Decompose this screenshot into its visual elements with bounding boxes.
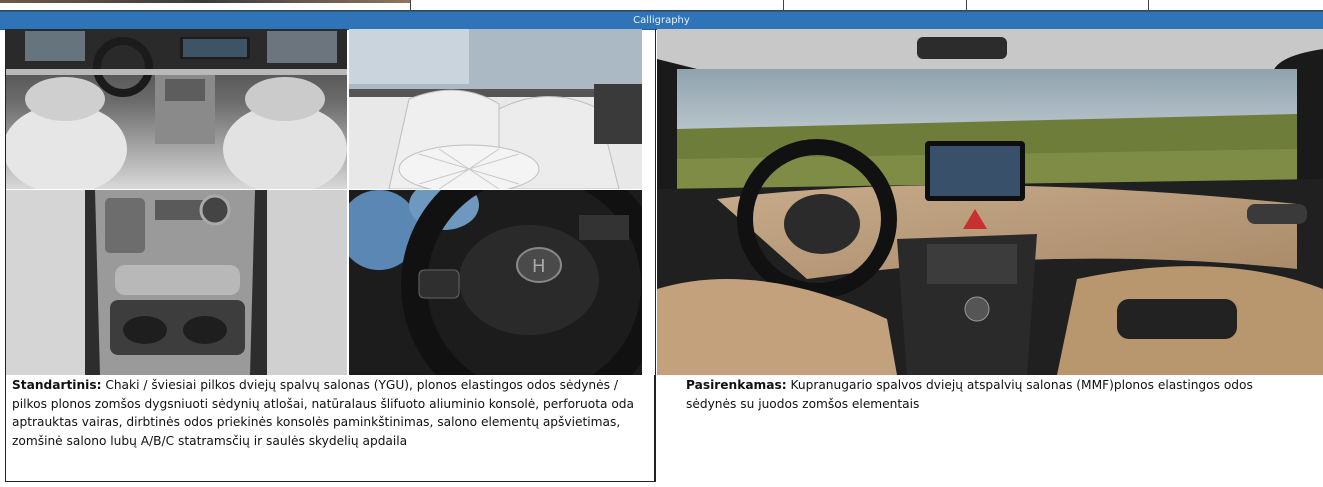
- table-border: [5, 29, 6, 375]
- table-divider: [1148, 0, 1149, 10]
- table-divider: [966, 0, 967, 10]
- front-cabin-photo: [5, 29, 347, 189]
- rear-seats-photo: [349, 29, 642, 189]
- standard-label: Standartinis:: [12, 378, 102, 392]
- table-border: [655, 29, 656, 482]
- standard-description: Standartinis: Chaki / šviesiai pilkos dv…: [5, 375, 655, 482]
- previous-image-edge: [0, 0, 410, 3]
- center-console-photo: [5, 190, 347, 375]
- table-divider: [783, 0, 784, 10]
- top-table-strip: [0, 0, 1323, 11]
- optional-description: Pasirenkamas: Kupranugario spalvos dviej…: [660, 375, 1318, 415]
- svg-text:H: H: [532, 256, 546, 277]
- section-title: Calligraphy: [0, 11, 1323, 30]
- steering-wheel-photo: H: [349, 190, 642, 375]
- optional-label: Pasirenkamas:: [686, 378, 787, 392]
- table-divider: [410, 0, 411, 10]
- dashboard-beige-photo: [657, 29, 1323, 375]
- standard-text: Chaki / šviesiai pilkos dviejų spalvų sa…: [12, 378, 635, 448]
